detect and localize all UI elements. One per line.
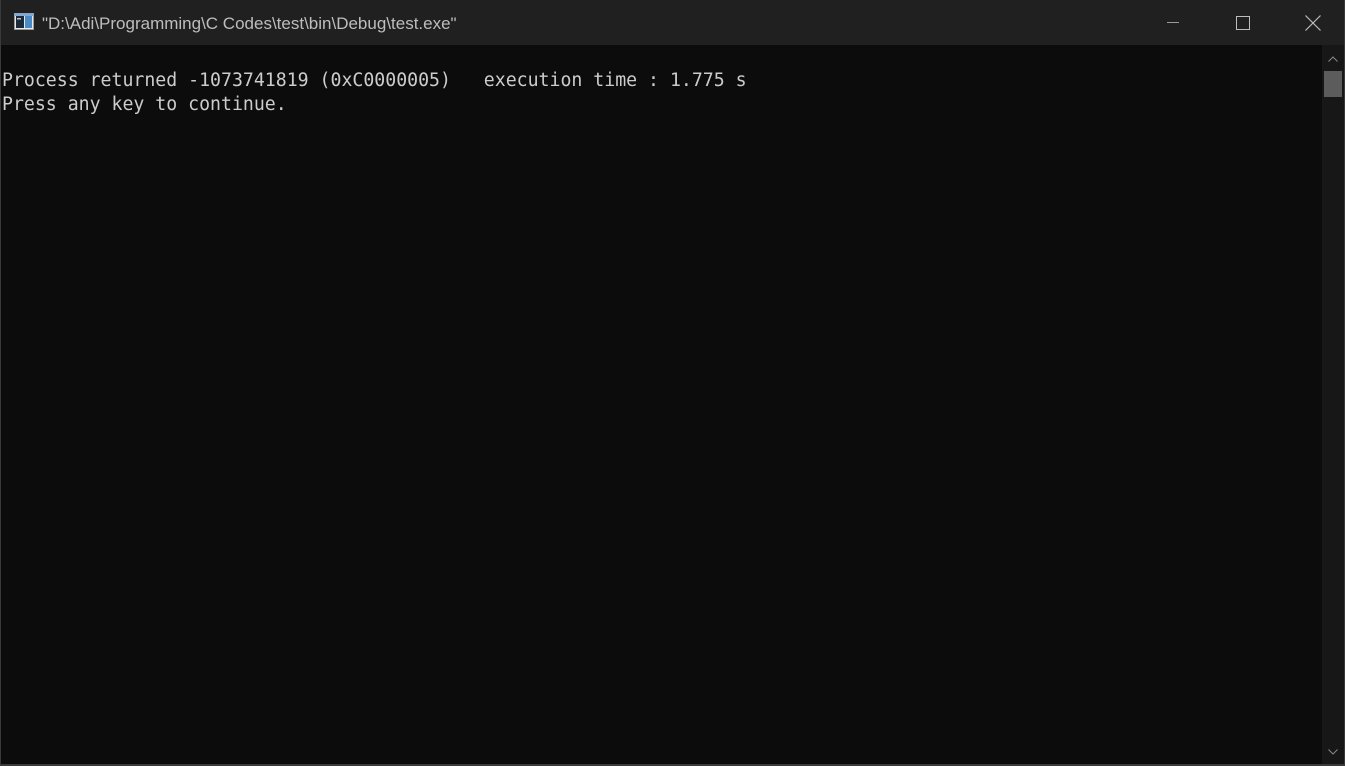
- title-bar[interactable]: "D:\Adi\Programming\C Codes\test\bin\Deb…: [1, 0, 1344, 45]
- close-icon: [1305, 14, 1321, 31]
- close-button[interactable]: [1278, 0, 1345, 45]
- console-window: "D:\Adi\Programming\C Codes\test\bin\Deb…: [0, 0, 1345, 766]
- minimize-icon: [1167, 21, 1179, 24]
- vertical-scrollbar[interactable]: [1322, 45, 1344, 764]
- scroll-up-button[interactable]: [1322, 49, 1344, 67]
- maximize-button[interactable]: [1208, 0, 1278, 45]
- scroll-thumb[interactable]: [1324, 71, 1342, 97]
- scroll-up-arrow-icon: [1328, 49, 1338, 67]
- scroll-down-button[interactable]: [1322, 742, 1344, 760]
- console-line-press-any-key: Press any key to continue.: [2, 94, 287, 115]
- minimize-button[interactable]: [1138, 0, 1208, 45]
- console-app-icon[interactable]: [14, 13, 34, 30]
- scroll-down-arrow-icon: [1328, 742, 1338, 760]
- console-line-process-returned: Process returned -1073741819 (0xC0000005…: [2, 70, 747, 91]
- maximize-icon: [1236, 15, 1250, 30]
- console-output-area[interactable]: Process returned -1073741819 (0xC0000005…: [1, 45, 1322, 764]
- window-title: "D:\Adi\Programming\C Codes\test\bin\Deb…: [42, 14, 457, 33]
